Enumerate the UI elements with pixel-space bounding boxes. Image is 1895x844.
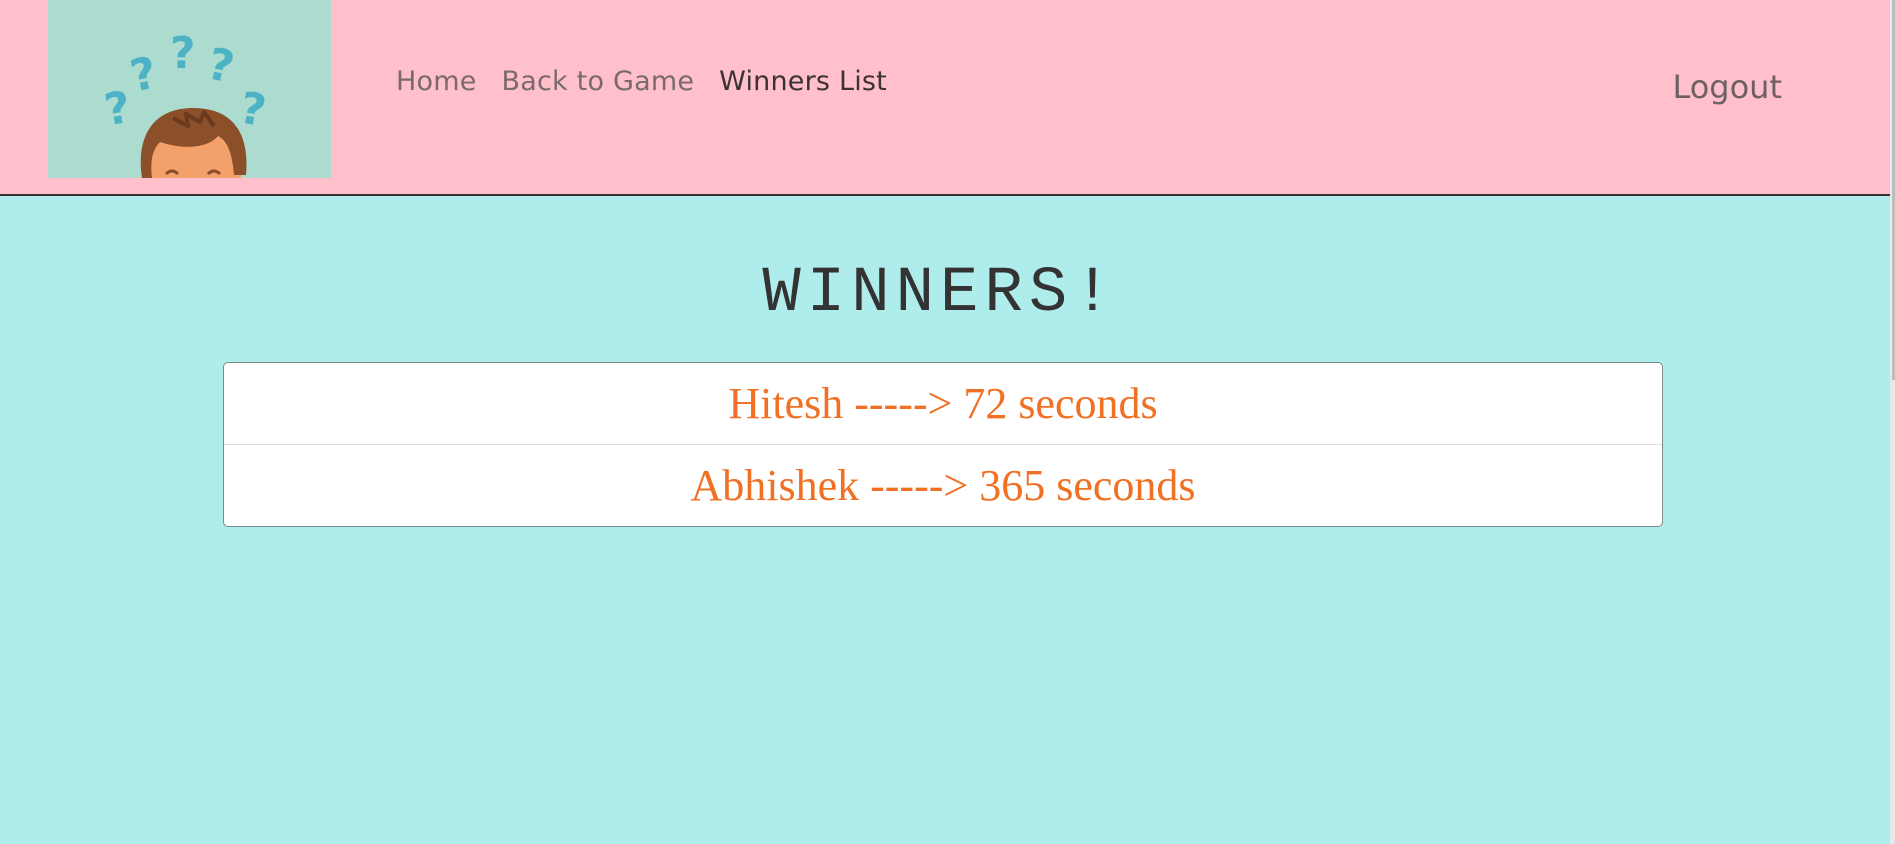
winner-row: Abhishek -----> 365 seconds	[224, 444, 1662, 526]
navbar: ? ? ? ? ? Home Back to Game Winners List…	[0, 0, 1890, 196]
nav-link-home[interactable]: Home	[396, 66, 477, 97]
logout-link[interactable]: Logout	[1672, 68, 1782, 106]
page-title: WINNERS!	[762, 258, 1118, 330]
scrollbar[interactable]	[1890, 0, 1895, 844]
winners-list: Hitesh -----> 72 seconds Abhishek ----->…	[223, 362, 1663, 527]
svg-text:?: ?	[236, 83, 270, 138]
nav-link-back-to-game[interactable]: Back to Game	[502, 66, 695, 97]
svg-text:?: ?	[126, 47, 162, 102]
svg-text:?: ?	[101, 82, 135, 137]
svg-text:?: ?	[203, 38, 239, 93]
nav-links: Home Back to Game Winners List	[396, 66, 887, 97]
winner-row: Hitesh -----> 72 seconds	[728, 379, 1158, 428]
confused-person-logo-icon[interactable]: ? ? ? ? ?	[48, 0, 331, 178]
svg-text:?: ?	[170, 28, 196, 79]
nav-link-winners-list[interactable]: Winners List	[719, 66, 887, 97]
